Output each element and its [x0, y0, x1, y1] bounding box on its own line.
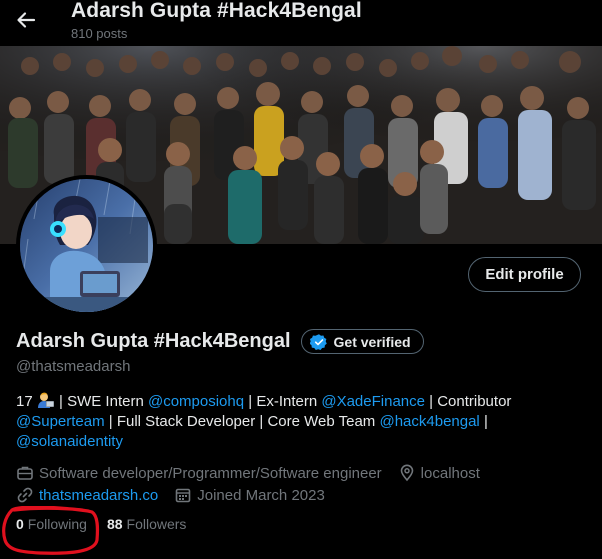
bio-link-solanaidentity[interactable]: @solanaidentity: [16, 433, 123, 450]
website-link[interactable]: thatsmeadarsh.co: [39, 487, 158, 504]
profile-category: Software developer/Programmer/Software e…: [16, 464, 382, 482]
briefcase-icon: [16, 464, 34, 482]
verified-badge-icon: [309, 333, 328, 351]
bio-link-hack4bengal[interactable]: @hack4bengal: [379, 413, 479, 430]
bio-text: | Ex-Intern: [248, 393, 318, 410]
following-count: 0: [16, 516, 24, 532]
display-name: Adarsh Gupta #Hack4Bengal: [16, 330, 291, 352]
followers-link[interactable]: 88 Followers: [107, 516, 186, 532]
bio-text: | SWE Intern: [59, 393, 144, 410]
profile-location: localhost: [398, 464, 480, 482]
profile-meta-row-2: thatsmeadarsh.co Joined March 2023: [16, 486, 341, 504]
posts-count: 810 posts: [71, 26, 128, 41]
link-icon: [16, 486, 34, 504]
bio-link-superteam[interactable]: @Superteam: [16, 413, 105, 430]
followers-label: Followers: [126, 516, 187, 532]
header-title: Adarsh Gupta #Hack4Bengal: [71, 0, 362, 22]
followers-count: 88: [106, 516, 123, 532]
back-button[interactable]: [12, 6, 40, 34]
avatar-illustration: [20, 179, 153, 312]
arrow-left-icon: [16, 10, 36, 30]
profile-meta-row: Software developer/Programmer/Software e…: [16, 464, 496, 482]
profile-avatar[interactable]: [16, 175, 157, 316]
calendar-icon: [174, 486, 192, 504]
get-verified-label: Get verified: [333, 333, 411, 350]
edit-profile-button[interactable]: Edit profile: [468, 257, 581, 292]
technologist-emoji-icon: [37, 392, 55, 408]
follow-stats: 0 Following 88 Followers: [16, 516, 206, 532]
bio-text: |: [483, 413, 488, 430]
bio-text: 17: [16, 393, 33, 410]
joined-text: Joined March 2023: [197, 486, 325, 504]
top-bar: Adarsh Gupta #Hack4Bengal 810 posts: [0, 0, 602, 46]
profile-website: thatsmeadarsh.co: [16, 486, 158, 504]
bio-text: | Contributor: [429, 393, 512, 410]
bio-link-xadefinance[interactable]: @XadeFinance: [321, 393, 425, 410]
profile-joined: Joined March 2023: [174, 486, 325, 504]
category-text: Software developer/Programmer/Software e…: [39, 464, 382, 482]
profile-handle: @thatsmeadarsh: [16, 358, 131, 375]
profile-bio: 17 | SWE Intern @composiohq | Ex-Intern …: [16, 392, 586, 452]
get-verified-button[interactable]: Get verified: [300, 329, 424, 354]
following-link[interactable]: 0 Following: [16, 516, 87, 532]
location-pin-icon: [398, 464, 416, 482]
profile-name-row: Adarsh Gupta #Hack4Bengal Get verified: [16, 329, 424, 354]
following-label: Following: [27, 516, 87, 532]
bio-link-composiohq[interactable]: @composiohq: [148, 393, 244, 410]
location-text: localhost: [420, 464, 480, 482]
bio-text: | Full Stack Developer | Core Web Team: [108, 413, 376, 430]
